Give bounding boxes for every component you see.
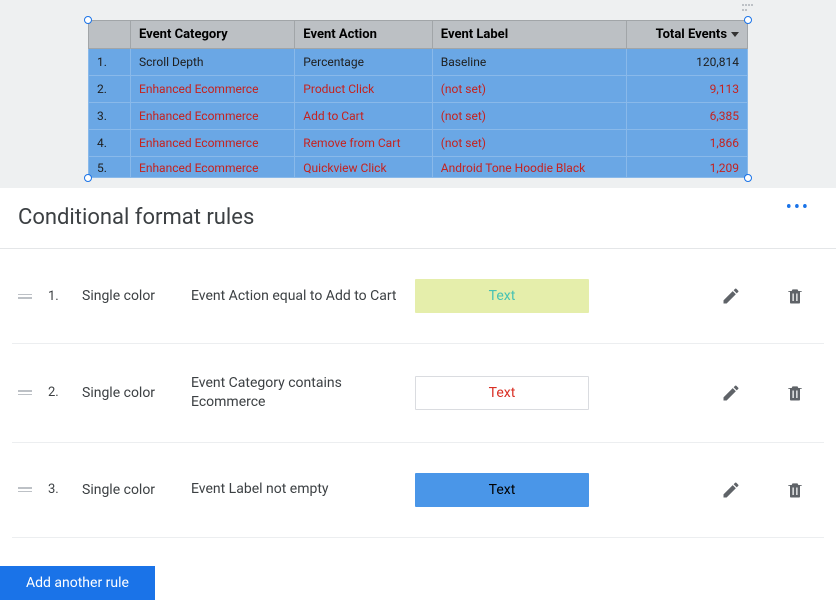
cell-total-events: 120,814 [627,49,748,76]
rule-description: Event Category contains Ecommerce [191,374,401,412]
cell-event-action: Percentage [295,49,433,76]
rule-description: Event Label not empty [191,480,401,499]
cell-total-events: 1,209 [627,157,748,178]
rule-type: Single color [82,385,177,401]
drag-handle-icon[interactable] [16,390,34,395]
table-row[interactable]: 4.Enhanced EcommerceRemove from Cart(not… [89,130,748,157]
data-table: Event Category Event Action Event Label … [88,20,748,178]
cell-event-category: Enhanced Ecommerce [131,157,295,178]
delete-rule-button[interactable] [784,285,806,307]
selected-table-chart[interactable]: Event Category Event Action Event Label … [88,20,748,178]
drag-handle-icon[interactable] [16,294,34,299]
col-header-total-events[interactable]: Total Events [627,21,748,49]
cell-event-action: Product Click [295,76,433,103]
edit-rule-button[interactable] [720,479,742,501]
rule-row[interactable]: 2. Single color Event Category contains Ec… [12,344,824,443]
table-row[interactable]: 1.Scroll DepthPercentageBaseline120,814 [89,49,748,76]
drag-handle-icon[interactable] [742,4,754,12]
selection-handle-tl[interactable] [84,16,92,24]
row-number: 2. [89,76,131,103]
cell-event-label: (not set) [432,130,626,157]
edit-rule-button[interactable] [720,285,742,307]
rule-type: Single color [82,288,177,304]
rule-row[interactable]: 3. Single color Event Label not empty Text [12,443,824,538]
cell-event-label: (not set) [432,103,626,130]
panel-title: Conditional format rules [18,205,254,230]
cell-event-category: Scroll Depth [131,49,295,76]
cell-event-action: Add to Cart [295,103,433,130]
drag-handle-icon[interactable] [16,487,34,492]
delete-rule-button[interactable] [784,382,806,404]
row-number: 3. [89,103,131,130]
cell-total-events: 1,866 [627,130,748,157]
rule-description: Event Action equal to Add to Cart [191,287,401,306]
cell-event-label: Android Tone Hoodie Black [432,157,626,178]
conditional-format-panel: Conditional format rules ••• 1. Single co… [0,188,836,610]
panel-more-button[interactable]: ••• [786,197,818,218]
rule-preview: Text [415,473,589,507]
delete-rule-button[interactable] [784,479,806,501]
row-number: 4. [89,130,131,157]
table-row[interactable]: 2.Enhanced EcommerceProduct Click(not se… [89,76,748,103]
add-another-rule-button[interactable]: Add another rule [0,566,155,600]
rule-preview: Text [415,376,589,410]
cell-event-category: Enhanced Ecommerce [131,76,295,103]
col-header-event-action[interactable]: Event Action [295,21,433,49]
report-canvas[interactable]: Event Category Event Action Event Label … [0,0,836,188]
rule-type: Single color [82,482,177,498]
cell-event-category: Enhanced Ecommerce [131,103,295,130]
edit-rule-button[interactable] [720,382,742,404]
cell-event-label: (not set) [432,76,626,103]
selection-handle-br[interactable] [744,174,752,182]
col-header-event-category[interactable]: Event Category [131,21,295,49]
table-row[interactable]: 5.Enhanced EcommerceQuickview ClickAndro… [89,157,748,178]
cell-total-events: 9,113 [627,76,748,103]
col-header-event-label[interactable]: Event Label [432,21,626,49]
cell-total-events: 6,385 [627,103,748,130]
rule-index: 3. [48,482,68,497]
table-row[interactable]: 3.Enhanced EcommerceAdd to Cart(not set)… [89,103,748,130]
rule-row[interactable]: 1. Single color Event Action equal to Add … [12,249,824,344]
row-number: 5. [89,157,131,178]
sort-caret-icon [731,32,739,37]
rule-index: 1. [48,289,68,304]
cell-event-action: Quickview Click [295,157,433,178]
cell-event-action: Remove from Cart [295,130,433,157]
cell-event-label: Baseline [432,49,626,76]
cell-event-category: Enhanced Ecommerce [131,130,295,157]
rule-index: 2. [48,385,68,400]
col-header-rownum[interactable] [89,21,131,49]
rule-preview: Text [415,279,589,313]
row-number: 1. [89,49,131,76]
selection-handle-tr[interactable] [744,16,752,24]
rules-list: 1. Single color Event Action equal to Add … [0,249,836,548]
selection-handle-bl[interactable] [84,174,92,182]
